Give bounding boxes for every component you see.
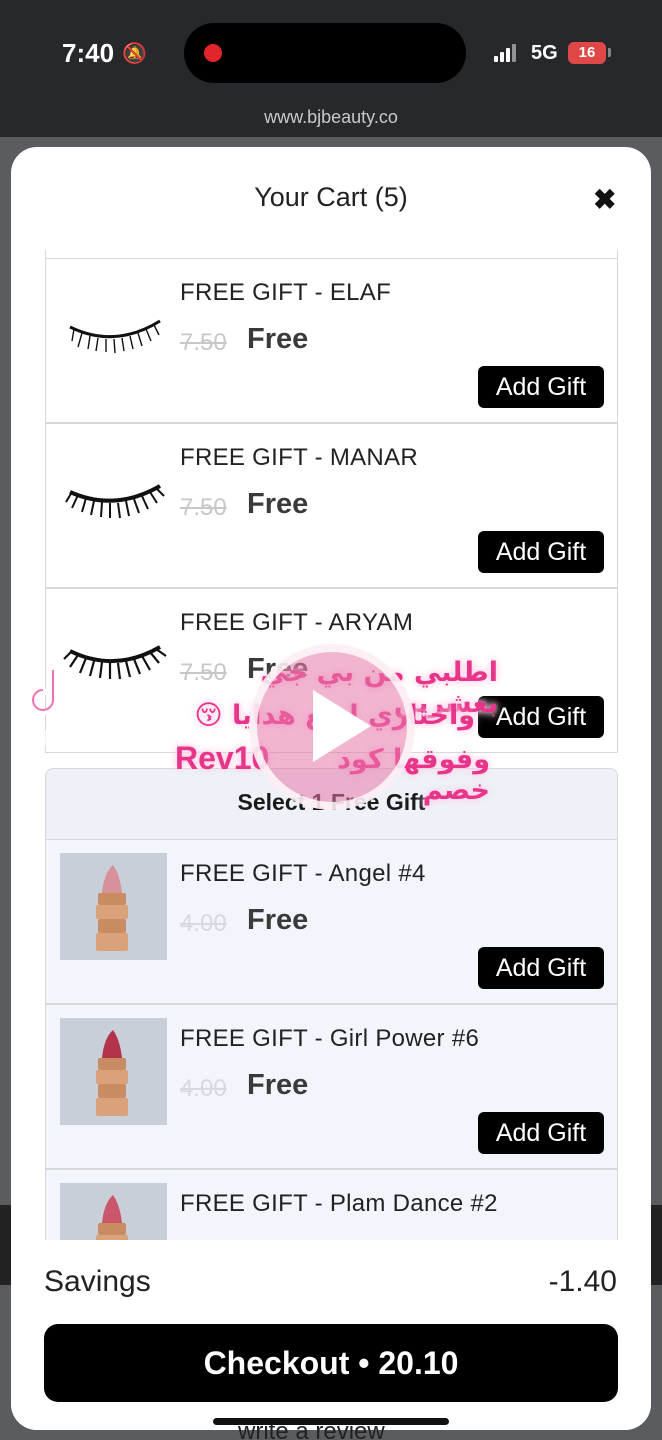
cart-item: FREE GIFT - ELAF 7.50 Free Add Gift [45,258,618,423]
eyelash-image [69,319,161,354]
add-gift-button[interactable]: Add Gift [478,947,604,989]
item-old-price: 7.50 [180,329,227,356]
savings-label: Savings [44,1265,151,1298]
add-gift-button[interactable]: Add Gift [478,366,604,408]
url-bar[interactable]: www.bjbeauty.co [0,105,662,137]
clock: 7:40 [62,38,115,68]
background-edge-right [650,1205,662,1285]
item-price: Free [247,323,309,355]
add-gift-button[interactable]: Add Gift [478,531,604,573]
cart-footer: Savings -1.40 Checkout • 20.10 [11,1240,651,1430]
item-price: Free [247,1069,309,1101]
tiktok-watermark: TikTok @ reviewskw [12,668,132,778]
cart-title: Your Cart (5) [254,182,408,212]
gift-item: FREE GIFT - Girl Power #6 4.00 Free Add … [45,1004,618,1169]
lipstick-image [60,1018,167,1125]
tiktok-username: @ reviewskw [12,753,95,769]
item-name: FREE GIFT - MANAR [180,444,418,471]
play-icon [313,690,371,762]
gift-item: FREE GIFT - Plam Dance #2 [45,1169,618,1240]
item-name: FREE GIFT - ELAF [180,279,392,306]
tiktok-brand: TikTok [12,728,75,750]
checkout-button[interactable]: Checkout • 20.10 [44,1324,618,1402]
signal-icon [494,44,518,62]
gift-item: FREE GIFT - Angel #4 4.00 Free Add Gift [45,839,618,1004]
recording-indicator-icon [204,44,222,62]
lipstick-image [60,1183,167,1240]
dynamic-island [184,23,466,83]
item-name: FREE GIFT - Girl Power #6 [180,1025,480,1052]
item-price: Free [247,904,309,936]
battery-tip [608,48,611,57]
status-bar: 7:40 🔕 5G 16 [0,0,662,105]
savings-value: -1.40 [548,1265,617,1298]
close-icon[interactable]: ✖ [593,183,616,216]
item-name: FREE GIFT - Plam Dance #2 [180,1190,498,1217]
item-old-price: 7.50 [180,494,227,521]
item-name: FREE GIFT - Angel #4 [180,860,426,887]
eyelash-image [65,484,165,519]
home-indicator[interactable] [213,1418,449,1425]
item-name: FREE GIFT - ARYAM [180,609,414,636]
play-button[interactable] [249,644,415,810]
network-label: 5G [531,42,558,64]
add-gift-button[interactable]: Add Gift [478,1112,604,1154]
tiktok-logo-icon [32,670,73,715]
battery-icon: 16 [568,42,606,64]
item-old-price: 4.00 [180,1075,227,1102]
silent-bell-icon: 🔕 [122,43,147,65]
item-old-price: 4.00 [180,910,227,937]
cart-item: FREE GIFT - MANAR 7.50 Free Add Gift [45,423,618,588]
lipstick-image [60,853,167,960]
item-price: Free [247,488,309,520]
